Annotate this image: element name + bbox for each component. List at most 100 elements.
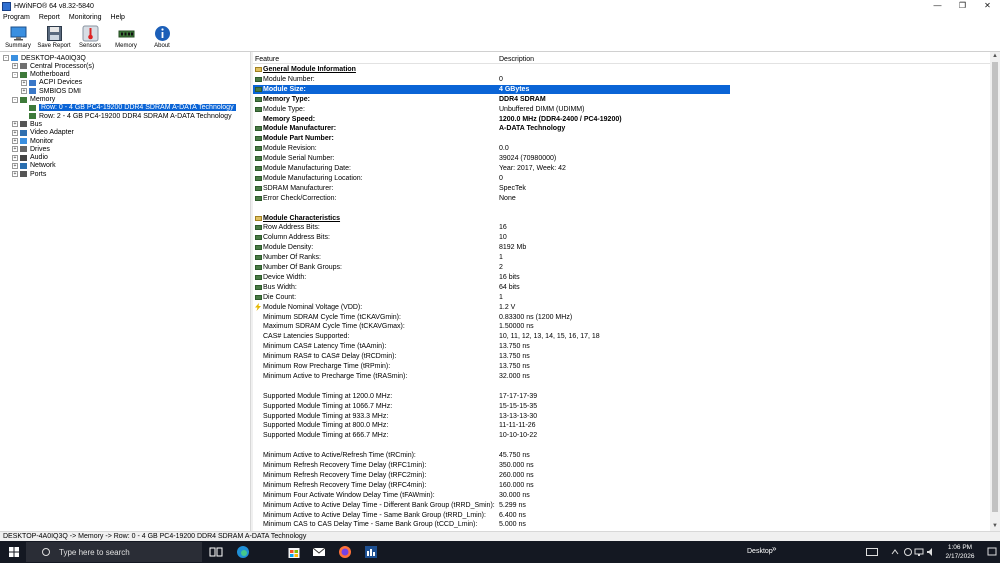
expand-icon[interactable]: + — [12, 162, 18, 169]
expand-icon[interactable]: + — [21, 79, 27, 86]
tree-item[interactable]: + Drives — [12, 145, 50, 153]
detail-row[interactable]: Minimum Active to Active Delay Time - Sa… — [253, 511, 990, 520]
scroll-down-arrow[interactable]: ▼ — [990, 522, 1000, 531]
detail-row[interactable]: Module Size: 4 GBytes — [253, 84, 730, 94]
column-feature[interactable]: Feature — [255, 56, 279, 63]
tree-item[interactable]: + Audio — [12, 154, 48, 162]
detail-row[interactable]: Minimum Refresh Recovery Time Delay (tRF… — [253, 481, 990, 490]
desktop-chevron-icon[interactable]: » — [772, 544, 776, 553]
mail-icon[interactable] — [312, 545, 326, 559]
collapse-icon[interactable]: - — [12, 96, 18, 103]
detail-row[interactable]: Module Revision: 0.0 — [253, 144, 990, 153]
sensors-button[interactable]: Sensors — [72, 23, 108, 49]
collapse-icon[interactable]: - — [12, 71, 18, 78]
maximize-button[interactable]: ❐ — [950, 0, 975, 12]
detail-row[interactable]: Column Address Bits: 10 — [253, 233, 990, 242]
desktop-toolbar-label[interactable]: Desktop — [747, 548, 773, 555]
menu-help[interactable]: Help — [111, 14, 125, 21]
tree-item[interactable]: + Bus — [12, 120, 42, 128]
tree-item[interactable]: + Video Adapter — [12, 129, 74, 137]
tree-item[interactable]: + SMBIOS DMI — [21, 87, 81, 95]
detail-row[interactable]: Module Part Number: — [253, 134, 990, 143]
detail-row[interactable]: Module Density: 8192 Mb — [253, 243, 990, 252]
expand-icon[interactable]: + — [12, 121, 18, 128]
task-view-icon[interactable] — [209, 545, 223, 559]
detail-row[interactable]: CAS# Latencies Supported: 10, 11, 12, 13,… — [253, 332, 990, 341]
detail-row[interactable]: Bus Width: 64 bits — [253, 283, 990, 292]
volume-icon[interactable] — [926, 547, 936, 557]
detail-row[interactable]: Module Number: 0 — [253, 75, 990, 84]
tree-item[interactable]: Row: 0 - 4 GB PC4-19200 DDR4 SDRAM A-DAT… — [21, 104, 236, 112]
detail-row[interactable]: Module Serial Number: 39024 (70980000) — [253, 154, 990, 163]
detail-row[interactable]: Memory Type: DDR4 SDRAM — [253, 95, 990, 104]
taskbar-search[interactable]: Type here to search — [26, 542, 202, 562]
detail-row[interactable]: Error Check/Correction: None — [253, 194, 990, 203]
detail-row[interactable]: Minimum Refresh Recovery Time Delay (tRF… — [253, 461, 990, 470]
detail-row[interactable]: Minimum CAS to CAS Delay Time - Same Ban… — [253, 520, 990, 529]
hwinfo-icon[interactable] — [364, 545, 378, 559]
tree-item[interactable]: + Monitor — [12, 137, 53, 145]
tree-item[interactable]: - Motherboard — [12, 71, 70, 79]
section-header[interactable]: General Module Information — [253, 65, 990, 74]
tree-item[interactable]: + ACPI Devices — [21, 79, 82, 87]
detail-row[interactable]: Number Of Ranks: 1 — [253, 253, 990, 262]
edge-icon[interactable] — [236, 545, 250, 559]
detail-row[interactable]: Memory Speed: 1200.0 MHz (DDR4-2400 / PC4… — [253, 115, 990, 124]
chevron-up-icon[interactable] — [891, 547, 899, 557]
detail-row[interactable]: Minimum Refresh Recovery Time Delay (tRF… — [253, 471, 990, 480]
scroll-up-arrow[interactable]: ▲ — [990, 52, 1000, 61]
detail-row[interactable]: Supported Module Timing at 800.0 MHz: 11-… — [253, 421, 990, 430]
detail-row[interactable]: SDRAM Manufacturer: SpecTek — [253, 184, 990, 193]
expand-icon[interactable]: + — [21, 88, 27, 95]
detail-row[interactable]: Minimum Active to Active Delay Time - Di… — [253, 501, 990, 510]
notifications-icon[interactable] — [987, 547, 997, 557]
firefox-icon[interactable] — [338, 545, 352, 559]
detail-row[interactable]: Module Manufacturer: A-DATA Technology — [253, 124, 990, 133]
detail-row[interactable]: Minimum Active to Precharge Time (tRASmi… — [253, 372, 990, 381]
detail-row[interactable]: Maximum SDRAM Cycle Time (tCKAVGmax): 1.5… — [253, 322, 990, 331]
section-header[interactable]: Module Characteristics — [253, 214, 990, 223]
detail-row[interactable]: Module Type: Unbuffered DIMM (UDIMM) — [253, 105, 990, 114]
expand-icon[interactable]: + — [12, 129, 18, 136]
scroll-thumb[interactable] — [992, 62, 998, 512]
tree-item[interactable]: + Ports — [12, 170, 46, 178]
detail-row[interactable]: Minimum RAS# to CAS# Delay (tRCDmin): 13.… — [253, 352, 990, 361]
tree-item[interactable]: + Network — [12, 162, 56, 170]
expand-icon[interactable]: + — [12, 154, 18, 161]
close-button[interactable]: ✕ — [975, 0, 1000, 12]
expand-icon[interactable]: + — [12, 146, 18, 153]
detail-row[interactable]: Supported Module Timing at 933.3 MHz: 13-… — [253, 412, 990, 421]
about-button[interactable]: About — [144, 23, 180, 49]
tree-item[interactable]: + Central Processor(s) — [12, 62, 94, 70]
detail-row[interactable]: Supported Module Timing at 1066.7 MHz: 15… — [253, 402, 990, 411]
save-report-button[interactable]: Save Report — [36, 23, 72, 49]
detail-row[interactable]: Row Address Bits: 16 — [253, 223, 990, 232]
minimize-button[interactable]: — — [925, 0, 950, 12]
tree-item[interactable]: - DESKTOP-4A0IQ3Q — [3, 54, 86, 62]
menu-monitoring[interactable]: Monitoring — [69, 14, 102, 21]
tree-item[interactable]: - Memory — [12, 96, 55, 104]
memory-button[interactable]: Memory — [108, 23, 144, 49]
store-icon[interactable] — [287, 545, 301, 559]
network-icon[interactable] — [914, 547, 924, 557]
expand-icon[interactable]: + — [12, 138, 18, 144]
tree-item[interactable]: Row: 2 - 4 GB PC4-19200 DDR4 SDRAM A-DAT… — [21, 112, 232, 120]
detail-row[interactable]: Minimum CAS# Latency Time (tAAmin): 13.75… — [253, 342, 990, 351]
column-description[interactable]: Description — [499, 56, 534, 63]
summary-button[interactable]: Summary — [0, 23, 36, 49]
detail-row[interactable]: Module Nominal Voltage (VDD): 1.2 V — [253, 302, 990, 312]
windows-start-icon[interactable] — [9, 547, 19, 557]
detail-row[interactable]: Minimum Four Activate Window Delay Time … — [253, 491, 990, 500]
menu-program[interactable]: Program — [3, 14, 30, 21]
expand-icon[interactable]: + — [12, 63, 18, 70]
onedrive-icon[interactable] — [903, 547, 913, 557]
detail-row[interactable]: Module Manufacturing Date: Year: 2017, We… — [253, 164, 990, 173]
detail-row[interactable]: Supported Module Timing at 666.7 MHz: 10-… — [253, 431, 990, 440]
detail-row[interactable]: Die Count: 1 — [253, 293, 990, 302]
detail-row[interactable]: Supported Module Timing at 1200.0 MHz: 17… — [253, 392, 990, 401]
detail-row[interactable]: Number Of Bank Groups: 2 — [253, 263, 990, 272]
expand-icon[interactable]: + — [12, 171, 18, 178]
detail-row[interactable]: Device Width: 16 bits — [253, 273, 990, 282]
vertical-scrollbar[interactable]: ▲ ▼ — [990, 52, 1000, 531]
detail-row[interactable]: Module Manufacturing Location: 0 — [253, 174, 990, 183]
